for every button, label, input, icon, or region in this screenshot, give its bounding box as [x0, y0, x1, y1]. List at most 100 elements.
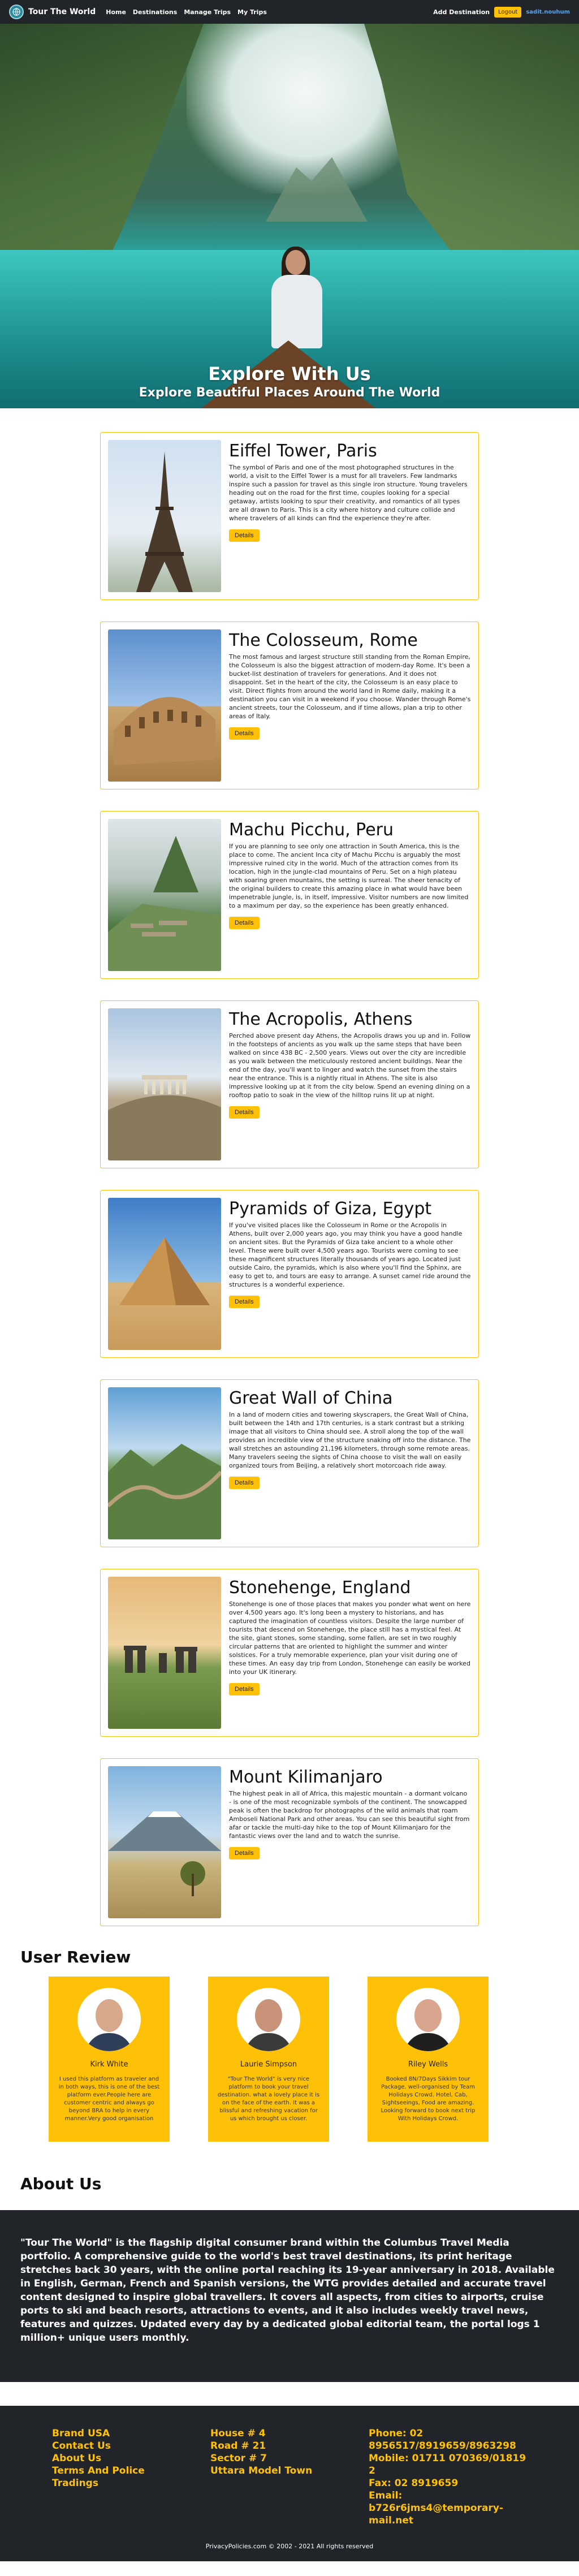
destination-title: Great Wall of China: [229, 1388, 393, 1408]
destination-body: Great Wall of China In a land of modern …: [229, 1387, 471, 1539]
destination-card: Mount Kilimanjaro The highest peak in al…: [100, 1758, 479, 1926]
review-text: "Tour The World" is very nice platform t…: [217, 2076, 320, 2122]
details-button[interactable]: Details: [229, 1477, 260, 1489]
destination-card: Great Wall of China In a land of modern …: [100, 1379, 479, 1547]
acropolis-image: [108, 1008, 221, 1160]
machu-picchu-image: [108, 819, 221, 971]
destination-body: The Acropolis, Athens Perched above pres…: [229, 1008, 471, 1160]
destination-title: Stonehenge, England: [229, 1578, 411, 1598]
destination-description: If you are planning to see only one attr…: [229, 843, 469, 909]
destination-title: The Acropolis, Athens: [229, 1009, 413, 1029]
destination-description: Perched above present day Athens, the Ac…: [229, 1032, 471, 1099]
globe-logo-icon: [9, 5, 24, 19]
destination-title: Eiffel Tower, Paris: [229, 441, 377, 461]
footer-address-line: Road # 21: [210, 2440, 266, 2452]
footer-address-line: Sector # 7: [210, 2453, 267, 2464]
destination-description: The highest peak in all of Africa, this …: [229, 1790, 470, 1840]
review-text: Booked 8N/7Days Sikkim tour Package. wel…: [381, 2076, 476, 2122]
destination-description: The most famous and largest structure st…: [229, 653, 471, 720]
destination-description: The symbol of Paris and one of the most …: [229, 464, 468, 522]
review-card: Riley Wells Booked 8N/7Days Sikkim tour …: [368, 1977, 489, 2142]
destination-card: Machu Picchu, Peru If you are planning t…: [100, 811, 479, 979]
avatar: [237, 1988, 300, 2051]
details-button[interactable]: Details: [229, 1296, 260, 1308]
user-email: sadit.nouhum: [526, 8, 570, 15]
destination-card: The Acropolis, Athens Perched above pres…: [100, 1000, 479, 1168]
destination-title: The Colosseum, Rome: [229, 631, 418, 650]
destination-card: Eiffel Tower, Paris The symbol of Paris …: [100, 432, 479, 600]
reviewer-name: Riley Wells: [408, 2060, 448, 2069]
avatar: [396, 1988, 460, 2051]
nav-home[interactable]: Home: [106, 8, 126, 16]
destination-card: Pyramids of Giza, Egypt If you've visite…: [100, 1190, 479, 1358]
destination-body: Machu Picchu, Peru If you are planning t…: [229, 819, 471, 971]
destination-card: Stonehenge, England Stonehenge is one of…: [100, 1569, 479, 1737]
details-button[interactable]: Details: [229, 1847, 260, 1859]
footer-fax: Fax: 02 8919659: [369, 2478, 459, 2489]
review-text: I used this platform as traveler and in …: [58, 2076, 160, 2122]
nav-right: Add Destination Logout sadit.nouhum: [433, 6, 570, 18]
destination-description: In a land of modern cities and towering …: [229, 1411, 471, 1469]
logout-button[interactable]: Logout: [494, 6, 522, 18]
nav-destinations[interactable]: Destinations: [133, 8, 177, 16]
colosseum-image: [108, 629, 221, 782]
details-button[interactable]: Details: [229, 917, 260, 929]
footer-mobile: Mobile: 01711 070369/01819 2: [369, 2453, 526, 2476]
nav-my-trips[interactable]: My Trips: [237, 8, 267, 16]
footer-address-line: Uttara Model Town: [210, 2465, 313, 2476]
nav-links: Home Destinations Manage Trips My Trips: [106, 8, 267, 16]
pyramids-image: [108, 1198, 221, 1350]
about-heading: About Us: [20, 2174, 102, 2193]
destination-body: Eiffel Tower, Paris The symbol of Paris …: [229, 440, 471, 592]
footer-phone: Phone: 02 8956517/8919659/8963298: [369, 2428, 516, 2452]
review-card: Kirk White I used this platform as trave…: [49, 1977, 170, 2142]
review-card: Laurie Simpson "Tour The World" is very …: [208, 1977, 329, 2142]
footer-link-about[interactable]: About Us: [52, 2452, 210, 2465]
brand-name: Tour The World: [28, 7, 96, 16]
footer-address-line: House # 4: [210, 2428, 266, 2439]
add-destination-link[interactable]: Add Destination: [433, 8, 490, 16]
reviewer-name: Kirk White: [90, 2060, 128, 2069]
review-list: Kirk White I used this platform as trave…: [20, 1977, 559, 2142]
footer-email[interactable]: Email: b726r6jms4@temporary-mail.net: [369, 2489, 527, 2527]
about-section: About Us "Tour The World" is the flagshi…: [0, 2174, 579, 2382]
about-text: "Tour The World" is the flagship digital…: [20, 2237, 555, 2344]
footer-link-tradings[interactable]: Tradings: [52, 2477, 210, 2489]
user-review-section: User Review Kirk White I used this platf…: [0, 1948, 579, 2142]
avatar: [77, 1988, 141, 2051]
destination-card: The Colosseum, Rome The most famous and …: [100, 622, 479, 789]
details-button[interactable]: Details: [229, 529, 260, 542]
reviewer-name: Laurie Simpson: [240, 2060, 297, 2069]
hero-banner: Explore With Us Explore Beautiful Places…: [0, 24, 579, 408]
destination-description: Stonehenge is one of those places that m…: [229, 1600, 471, 1676]
destination-title: Pyramids of Giza, Egypt: [229, 1199, 432, 1219]
hero-traveler: [266, 247, 328, 352]
destinations-list: Eiffel Tower, Paris The symbol of Paris …: [0, 408, 579, 1926]
details-button[interactable]: Details: [229, 1106, 260, 1119]
details-button[interactable]: Details: [229, 727, 260, 740]
footer-links-column: Brand USA Contact Us About Us Terms And …: [52, 2427, 210, 2527]
footer-link-contact[interactable]: Contact Us: [52, 2440, 210, 2452]
destination-body: Pyramids of Giza, Egypt If you've visite…: [229, 1198, 471, 1350]
great-wall-image: [108, 1387, 221, 1539]
destination-body: Stonehenge, England Stonehenge is one of…: [229, 1577, 471, 1729]
footer-link-brand-usa[interactable]: Brand USA: [52, 2427, 210, 2440]
eiffel-tower-image: [108, 440, 221, 592]
hero-title: Explore With Us: [208, 363, 371, 385]
copyright: PrivacyPolicies.com © 2002 - 2021 All ri…: [205, 2543, 374, 2550]
destination-description: If you've visited places like the Coloss…: [229, 1222, 471, 1288]
nav-manage-trips[interactable]: Manage Trips: [184, 8, 231, 16]
footer-address-column: House # 4 Road # 21 Sector # 7 Uttara Mo…: [210, 2427, 369, 2527]
footer-link-terms[interactable]: Terms And Police: [52, 2465, 210, 2477]
destination-body: Mount Kilimanjaro The highest peak in al…: [229, 1766, 471, 1918]
brand[interactable]: Tour The World: [9, 5, 96, 19]
footer-columns: Brand USA Contact Us About Us Terms And …: [52, 2427, 527, 2527]
footer-contact-column: Phone: 02 8956517/8919659/8963298 Mobile…: [369, 2427, 527, 2527]
user-review-heading: User Review: [20, 1948, 131, 1966]
about-band: "Tour The World" is the flagship digital…: [0, 2210, 579, 2382]
hero-subtitle: Explore Beautiful Places Around The Worl…: [139, 386, 440, 400]
destination-title: Mount Kilimanjaro: [229, 1767, 383, 1787]
details-button[interactable]: Details: [229, 1683, 260, 1695]
destination-body: The Colosseum, Rome The most famous and …: [229, 629, 471, 782]
stonehenge-image: [108, 1577, 221, 1729]
